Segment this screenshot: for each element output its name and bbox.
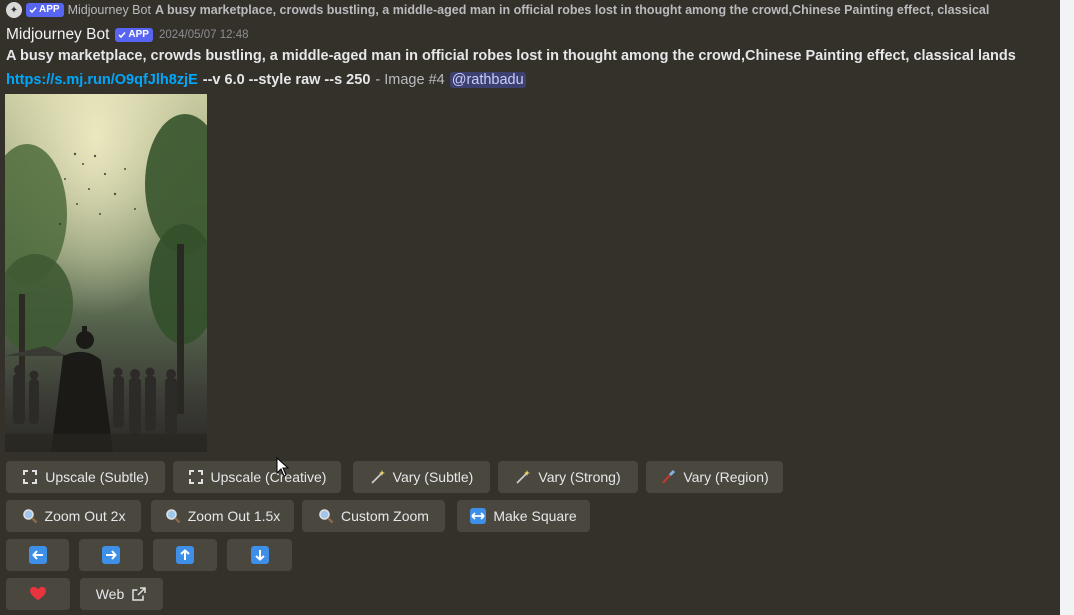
- arrow-up-icon: [176, 546, 194, 564]
- heart-icon: [30, 586, 46, 602]
- zoom-out-15x-button[interactable]: Zoom Out 1.5x: [151, 500, 294, 532]
- check-icon: [29, 7, 37, 14]
- expand-arrows-icon: [22, 469, 38, 485]
- window-edge: [1060, 0, 1074, 615]
- marketplace-painting: [5, 94, 207, 452]
- web-label: Web: [95, 586, 125, 602]
- pan-down-button[interactable]: [227, 539, 292, 571]
- upscale-subtle-label: Upscale (Subtle): [45, 469, 149, 485]
- arrow-right-icon: [102, 546, 120, 564]
- app-badge-label: APP: [128, 29, 149, 40]
- mouse-cursor-icon: [276, 456, 290, 482]
- reply-text[interactable]: A busy marketplace, crowds bustling, a m…: [155, 3, 989, 17]
- vary-region-button[interactable]: Vary (Region): [646, 461, 783, 493]
- magnifier-icon: [22, 508, 38, 524]
- app-badge: APP: [115, 28, 153, 42]
- message-meta: https://s.mj.run/O9qfJlh8zjE --v 6.0 --s…: [6, 70, 526, 90]
- zoom-out-15x-label: Zoom Out 1.5x: [187, 508, 281, 524]
- vary-strong-label: Vary (Strong): [538, 469, 621, 485]
- arrow-down-icon: [250, 546, 269, 564]
- app-badge-label: APP: [39, 4, 60, 15]
- make-square-label: Make Square: [493, 508, 577, 524]
- sparkle-wand-icon: [515, 469, 531, 485]
- upscale-subtle-button[interactable]: Upscale (Subtle): [6, 461, 165, 493]
- prompt-link[interactable]: https://s.mj.run/O9qfJlh8zjE: [6, 72, 198, 88]
- pan-right-button[interactable]: [79, 539, 143, 571]
- check-icon: [118, 32, 126, 39]
- favorite-button[interactable]: [6, 578, 70, 610]
- external-link-icon: [131, 586, 147, 602]
- user-mention[interactable]: @rathbadu: [449, 72, 526, 88]
- sparkle-wand-icon: [370, 469, 386, 485]
- message-author[interactable]: Midjourney Bot: [6, 26, 109, 44]
- prompt-params: --v 6.0 --style raw --s 250: [202, 72, 371, 88]
- generated-image[interactable]: [5, 94, 207, 452]
- message-timestamp: 2024/05/07 12:48: [158, 29, 249, 41]
- upscale-creative-button[interactable]: Upscale (Creative): [173, 461, 341, 493]
- image-number: - Image #4: [375, 72, 445, 88]
- reply-preview[interactable]: ✦ APP Midjourney Bot A busy marketplace,…: [6, 2, 1060, 18]
- app-badge: APP: [26, 3, 64, 17]
- magnifier-icon: [318, 508, 334, 524]
- vary-strong-button[interactable]: Vary (Strong): [498, 461, 638, 493]
- magnifier-icon: [165, 508, 181, 524]
- pan-left-button[interactable]: [6, 539, 69, 571]
- reply-author[interactable]: Midjourney Bot: [68, 3, 151, 17]
- zoom-out-2x-label: Zoom Out 2x: [44, 508, 126, 524]
- zoom-out-2x-button[interactable]: Zoom Out 2x: [6, 500, 141, 532]
- web-button[interactable]: Web: [80, 578, 163, 610]
- custom-zoom-button[interactable]: Custom Zoom: [302, 500, 445, 532]
- custom-zoom-label: Custom Zoom: [341, 508, 429, 524]
- vary-subtle-label: Vary (Subtle): [392, 469, 474, 485]
- upscale-creative-label: Upscale (Creative): [210, 469, 327, 485]
- paintbrush-icon: [660, 469, 676, 485]
- message-prompt: A busy marketplace, crowds bustling, a m…: [6, 48, 1016, 64]
- vary-region-label: Vary (Region): [683, 469, 769, 485]
- make-square-button[interactable]: Make Square: [457, 500, 590, 532]
- pan-up-button[interactable]: [153, 539, 217, 571]
- arrow-left-icon: [28, 546, 47, 564]
- vary-subtle-button[interactable]: Vary (Subtle): [353, 461, 490, 493]
- message-header: Midjourney Bot APP 2024/05/07 12:48: [6, 25, 248, 45]
- expand-arrows-icon: [188, 469, 204, 485]
- bot-avatar-small: ✦: [6, 2, 22, 18]
- horizontal-arrows-icon: [470, 508, 487, 524]
